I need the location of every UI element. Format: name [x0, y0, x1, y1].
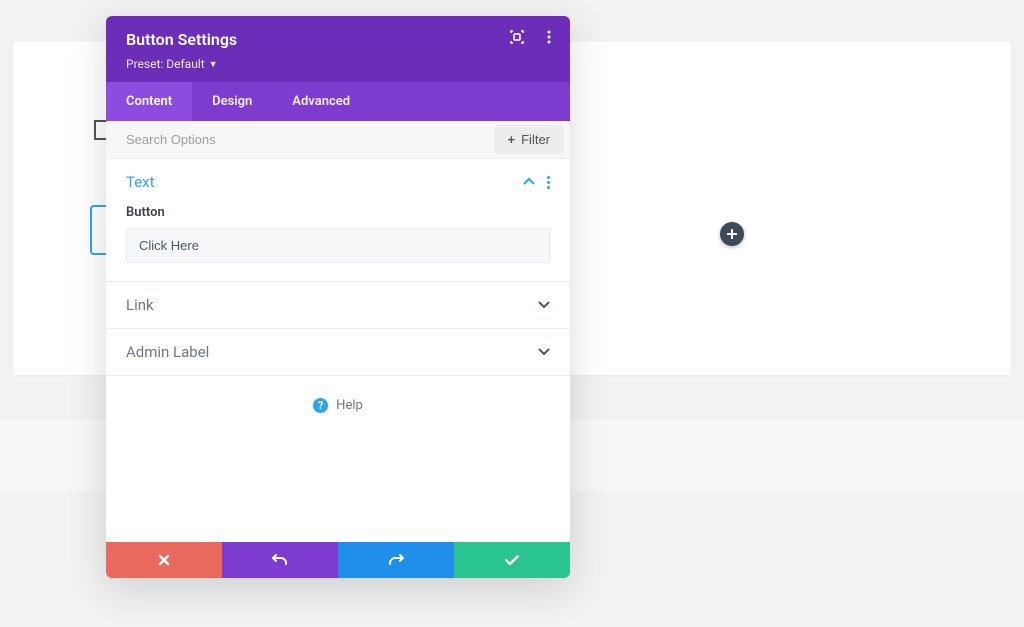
- section-link-header[interactable]: Link: [106, 282, 570, 328]
- filter-button[interactable]: + Filter: [494, 125, 564, 154]
- search-row: + Filter: [106, 121, 570, 159]
- help-label: Help: [336, 398, 363, 413]
- plus-icon: [726, 228, 738, 240]
- undo-button[interactable]: [222, 542, 338, 578]
- tab-design[interactable]: Design: [192, 82, 272, 121]
- section-kebab-icon[interactable]: [547, 176, 550, 189]
- button-text-input[interactable]: [126, 228, 550, 263]
- redo-button[interactable]: [338, 542, 454, 578]
- section-text: Text Button: [106, 159, 570, 282]
- header-actions: [510, 30, 556, 44]
- undo-icon: [272, 552, 288, 568]
- chevron-down-icon: [538, 348, 550, 356]
- expand-icon[interactable]: [510, 30, 524, 44]
- sections-list: Text Button Lin: [106, 159, 570, 542]
- chevron-down-icon: [538, 301, 550, 309]
- redo-icon: [388, 552, 404, 568]
- button-field-label: Button: [126, 205, 550, 220]
- section-title: Link: [126, 296, 154, 314]
- button-settings-modal: Button Settings Preset: Default ▼ Conten…: [106, 16, 570, 578]
- tab-content[interactable]: Content: [106, 82, 192, 121]
- add-module-button[interactable]: [720, 222, 744, 246]
- caret-down-icon: ▼: [209, 59, 218, 70]
- section-text-body: Button: [106, 205, 570, 281]
- section-admin-label-header[interactable]: Admin Label: [106, 329, 570, 375]
- search-input[interactable]: [106, 122, 488, 157]
- filter-label: Filter: [521, 132, 550, 147]
- kebab-menu-icon[interactable]: [542, 30, 556, 44]
- modal-title: Button Settings: [126, 30, 550, 49]
- tab-advanced[interactable]: Advanced: [272, 82, 370, 121]
- help-link[interactable]: ? Help: [106, 376, 570, 453]
- help-icon: ?: [313, 398, 328, 413]
- modal-tabs: Content Design Advanced: [106, 82, 570, 121]
- plus-icon: +: [508, 132, 516, 147]
- modal-header: Button Settings Preset: Default ▼: [106, 16, 570, 82]
- preset-dropdown[interactable]: Preset: Default ▼: [126, 57, 218, 71]
- discard-button[interactable]: [106, 542, 222, 578]
- modal-footer: [106, 542, 570, 578]
- section-title: Admin Label: [126, 343, 209, 361]
- section-title: Text: [126, 173, 155, 191]
- close-icon: [158, 554, 170, 566]
- section-link: Link: [106, 282, 570, 329]
- section-text-header[interactable]: Text: [106, 159, 570, 205]
- save-button[interactable]: [454, 542, 570, 578]
- preset-label: Preset: Default: [126, 57, 205, 71]
- section-admin-label: Admin Label: [106, 329, 570, 376]
- check-icon: [505, 555, 519, 566]
- chevron-up-icon: [523, 178, 535, 186]
